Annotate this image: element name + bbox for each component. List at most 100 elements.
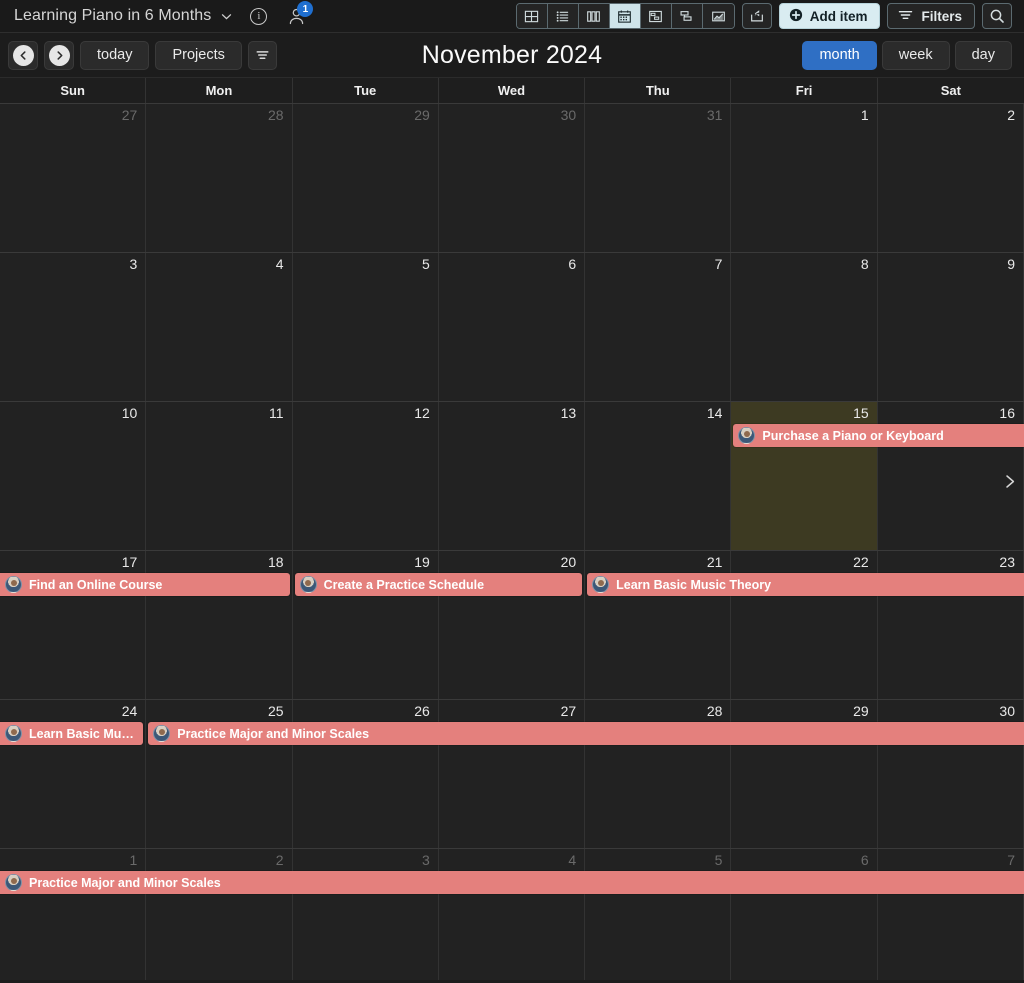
avatar	[5, 725, 22, 742]
calendar-day-cell[interactable]: 8	[731, 253, 877, 401]
filters-button[interactable]: Filters	[887, 3, 975, 29]
calendar-day-cell[interactable]: 3	[0, 253, 146, 401]
prev-period-button[interactable]	[8, 41, 38, 70]
day-number: 4	[276, 256, 284, 272]
calendar-day-cell[interactable]: 3	[293, 849, 439, 980]
day-number: 6	[861, 852, 869, 868]
calendar-event[interactable]: Create a Practice Schedule	[295, 573, 583, 596]
day-number: 26	[414, 703, 430, 719]
chevron-left-icon	[13, 45, 34, 66]
calendar-day-cell[interactable]: 6	[731, 849, 877, 980]
calendar-day-cell[interactable]: 9	[878, 253, 1024, 401]
search-icon[interactable]	[982, 3, 1012, 29]
day-number: 27	[122, 107, 138, 123]
calendar-day-cell[interactable]: 7	[585, 253, 731, 401]
calendar-day-cell[interactable]: 2	[878, 104, 1024, 252]
more-events-chevron-icon[interactable]	[1003, 473, 1018, 493]
view-table-button[interactable]	[517, 4, 548, 28]
day-number: 10	[122, 405, 138, 421]
projects-button[interactable]: Projects	[155, 41, 241, 70]
day-number: 8	[861, 256, 869, 272]
next-period-button[interactable]	[44, 41, 74, 70]
event-label: Find an Online Course	[29, 578, 162, 592]
view-switcher	[516, 3, 735, 29]
info-icon[interactable]: i	[250, 8, 267, 25]
person-icon[interactable]: 1	[285, 6, 307, 26]
day-number: 30	[999, 703, 1015, 719]
calendar-day-cell[interactable]: 2	[146, 849, 292, 980]
avatar	[5, 576, 22, 593]
day-number: 31	[707, 107, 723, 123]
calendar-day-cell[interactable]: 1	[0, 849, 146, 980]
chevron-right-icon	[49, 45, 70, 66]
calendar-day-cell[interactable]: 27	[0, 104, 146, 252]
view-workflow-button[interactable]	[672, 4, 703, 28]
calendar-day-cell[interactable]: 5	[293, 253, 439, 401]
calendar-event[interactable]: Learn Basic Music Theory	[587, 573, 1024, 596]
calendar-day-cell[interactable]: 10	[0, 402, 146, 550]
mode-day-button[interactable]: day	[955, 41, 1012, 70]
view-calendar-button[interactable]	[610, 4, 641, 28]
day-number: 27	[561, 703, 577, 719]
calendar-day-cell[interactable]: 30	[439, 104, 585, 252]
calendar-day-cell[interactable]: 5	[585, 849, 731, 980]
calendar-day-cell[interactable]: 4	[146, 253, 292, 401]
dow-mon: Mon	[146, 78, 292, 103]
day-of-week-header: Sun Mon Tue Wed Thu Fri Sat	[0, 78, 1024, 104]
mode-month-button[interactable]: month	[802, 41, 876, 70]
calendar-day-cell[interactable]: 11	[146, 402, 292, 550]
day-number: 24	[122, 703, 138, 719]
event-label: Learn Basic Music ...	[29, 727, 135, 741]
calendar-day-cell[interactable]: 29	[293, 104, 439, 252]
event-label: Create a Practice Schedule	[324, 578, 485, 592]
dow-tue: Tue	[293, 78, 439, 103]
view-gantt-button[interactable]	[641, 4, 672, 28]
calendar-day-cell[interactable]: 31	[585, 104, 731, 252]
calendar-day-cell[interactable]: 6	[439, 253, 585, 401]
calendar-event[interactable]: Purchase a Piano or Keyboard	[733, 424, 1024, 447]
calendar-week-row: 17181920212223Find an Online CourseCreat…	[0, 551, 1024, 700]
chevron-down-icon[interactable]	[220, 10, 233, 23]
calendar-event[interactable]: Practice Major and Minor Scales	[148, 722, 1024, 745]
day-number: 7	[715, 256, 723, 272]
day-number: 28	[707, 703, 723, 719]
calendar-settings-button[interactable]	[248, 41, 277, 70]
calendar-day-cell[interactable]: 28	[146, 104, 292, 252]
day-number: 5	[422, 256, 430, 272]
dow-wed: Wed	[439, 78, 585, 103]
avatar	[738, 427, 755, 444]
day-number: 3	[129, 256, 137, 272]
today-button[interactable]: today	[80, 41, 149, 70]
day-number: 2	[1007, 107, 1015, 123]
view-chart-button[interactable]	[703, 4, 734, 28]
dow-fri: Fri	[731, 78, 877, 103]
calendar-event[interactable]: Learn Basic Music ...	[0, 722, 143, 745]
calendar-day-cell[interactable]: 13	[439, 402, 585, 550]
day-number: 21	[707, 554, 723, 570]
view-list-button[interactable]	[548, 4, 579, 28]
calendar-event[interactable]: Practice Major and Minor Scales	[0, 871, 1024, 894]
share-icon[interactable]	[742, 3, 772, 29]
day-number: 11	[269, 405, 284, 421]
event-label: Practice Major and Minor Scales	[29, 876, 221, 890]
add-item-button[interactable]: Add item	[779, 3, 881, 29]
day-number: 3	[422, 852, 430, 868]
calendar-grid: Sun Mon Tue Wed Thu Fri Sat 272829303112…	[0, 78, 1024, 956]
calendar-day-cell[interactable]: 14	[585, 402, 731, 550]
event-label: Practice Major and Minor Scales	[177, 727, 369, 741]
calendar-week-row: 24252627282930Learn Basic Music ...Pract…	[0, 700, 1024, 849]
mode-week-button[interactable]: week	[882, 41, 950, 70]
day-number: 12	[414, 405, 430, 421]
day-number: 13	[561, 405, 577, 421]
calendar-event[interactable]: Find an Online Course	[0, 573, 290, 596]
day-number: 9	[1007, 256, 1015, 272]
plus-circle-icon	[789, 8, 803, 25]
day-number: 7	[1007, 852, 1015, 868]
calendar-day-cell[interactable]: 7	[878, 849, 1024, 980]
calendar-day-cell[interactable]: 12	[293, 402, 439, 550]
calendar-day-cell[interactable]: 1	[731, 104, 877, 252]
view-board-button[interactable]	[579, 4, 610, 28]
calendar-day-cell[interactable]: 4	[439, 849, 585, 980]
dow-thu: Thu	[585, 78, 731, 103]
day-number: 19	[414, 554, 430, 570]
